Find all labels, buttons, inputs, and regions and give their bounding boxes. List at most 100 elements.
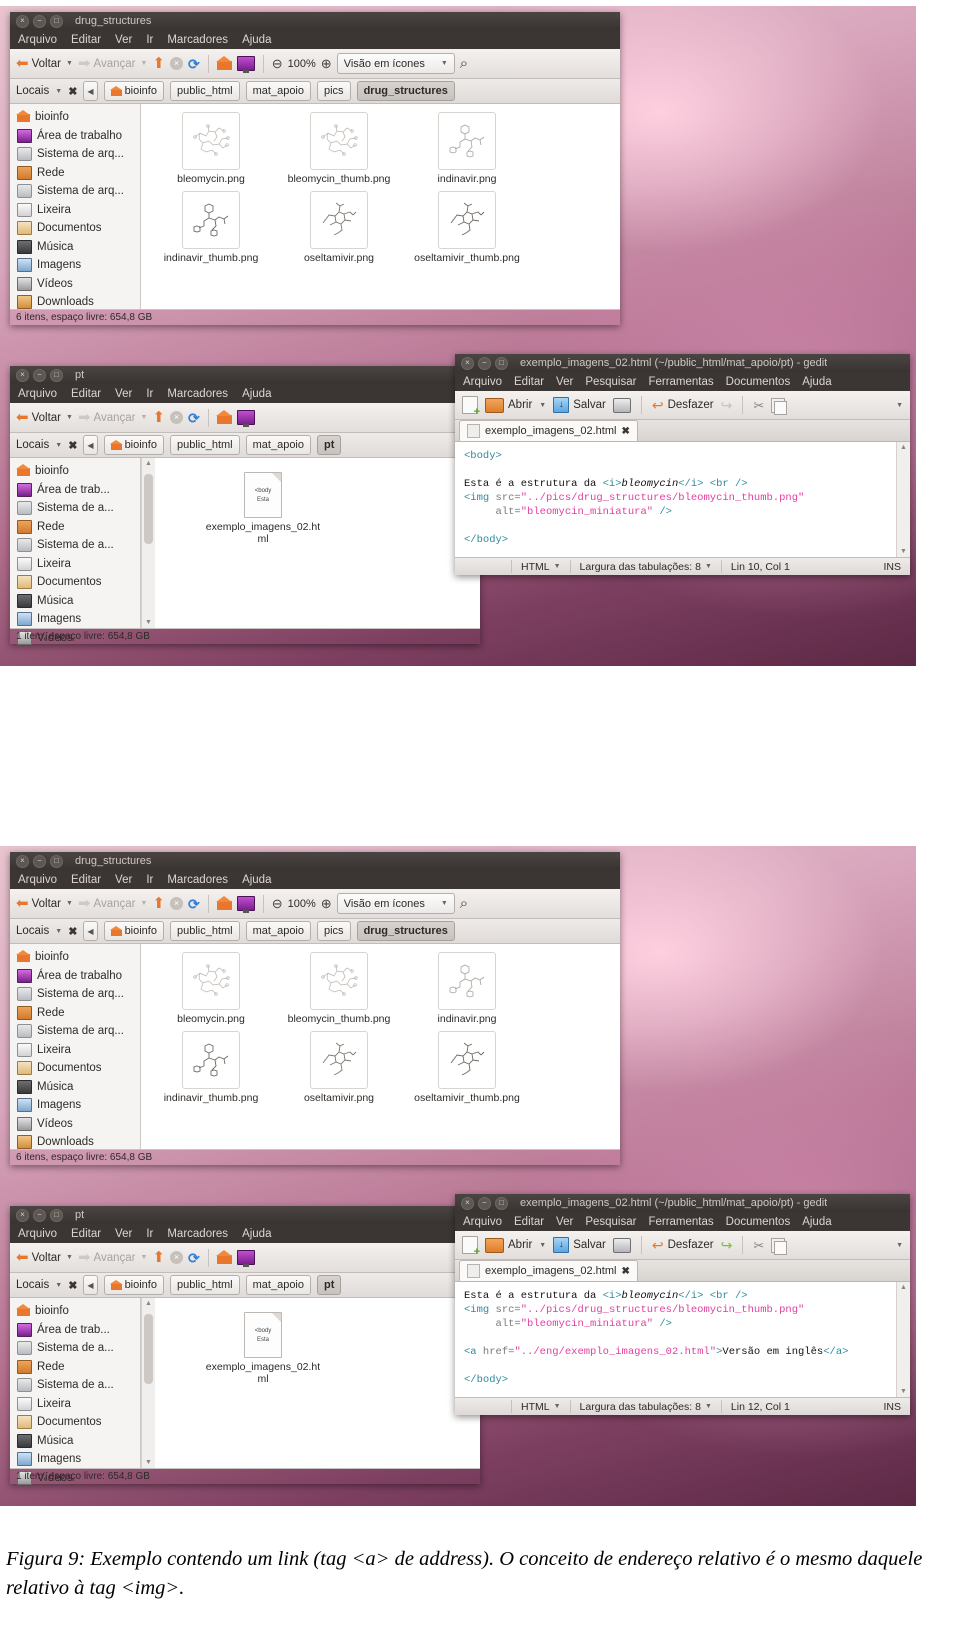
- menu-ver[interactable]: Ver: [115, 1228, 132, 1240]
- undo-button[interactable]: ↩ Desfazer: [652, 1238, 714, 1252]
- sidebar-item-videos[interactable]: Vídeos: [10, 1115, 140, 1134]
- zoom-in-icon[interactable]: ⊕: [321, 56, 332, 72]
- sidebar-item-music[interactable]: Música: [10, 1432, 140, 1451]
- menu-ver[interactable]: Ver: [115, 34, 132, 46]
- menu-marcadores[interactable]: Marcadores: [167, 388, 228, 400]
- file-item[interactable]: <body Esta exemplo_imagens_02.html: [199, 1312, 327, 1385]
- up-icon[interactable]: ⬆: [152, 896, 165, 911]
- maximize-icon[interactable]: □: [495, 356, 508, 370]
- redo-icon[interactable]: ↪: [721, 1238, 733, 1252]
- forward-button[interactable]: ➡ Avançar: [78, 1250, 136, 1265]
- stop-icon[interactable]: ×: [170, 411, 184, 424]
- sidebar-item-network[interactable]: Rede: [10, 1358, 140, 1377]
- file-manager-window-drug-structures[interactable]: × − □ drug_structures Arquivo Editar Ver…: [10, 12, 620, 325]
- menu-editar[interactable]: Editar: [71, 874, 101, 886]
- sidebar-item-bioinfo[interactable]: bioinfo: [10, 108, 140, 127]
- save-button[interactable]: Salvar: [553, 397, 606, 413]
- places-dropdown-icon[interactable]: ▼: [55, 88, 62, 95]
- breadcrumb-mat-apoio[interactable]: mat_apoio: [245, 1275, 311, 1295]
- breadcrumb-mat-apoio[interactable]: mat_apoio: [245, 435, 311, 455]
- menu-arquivo[interactable]: Arquivo: [463, 376, 502, 388]
- maximize-icon[interactable]: □: [50, 1208, 63, 1222]
- menu-ir[interactable]: Ir: [146, 388, 153, 400]
- menubar[interactable]: Arquivo Editar Ver Pesquisar Ferramentas…: [455, 1212, 910, 1231]
- up-icon[interactable]: ⬆: [152, 1250, 165, 1265]
- sidebar-item-trash[interactable]: Lixeira: [10, 201, 140, 220]
- sidebar-item-filesystem-2[interactable]: Sistema de a...: [10, 536, 140, 555]
- home-icon[interactable]: [215, 896, 232, 910]
- file-item[interactable]: oseltamivir.png: [275, 191, 403, 264]
- stop-icon[interactable]: ×: [170, 1251, 184, 1264]
- back-dropdown-icon[interactable]: ▼: [66, 60, 73, 67]
- menu-ferramentas[interactable]: Ferramentas: [648, 376, 713, 388]
- close-tab-icon[interactable]: ✖: [621, 426, 629, 437]
- location-bar[interactable]: Locais ▼ ✖ ◀ bioinfo public_html mat_apo…: [10, 1273, 480, 1298]
- menu-ir[interactable]: Ir: [146, 1228, 153, 1240]
- close-icon[interactable]: ×: [16, 14, 29, 28]
- forward-button[interactable]: ➡ Avançar: [78, 896, 136, 911]
- minimize-icon[interactable]: −: [33, 14, 46, 28]
- titlebar[interactable]: × − □ exemplo_imagens_02.html (~/public_…: [455, 354, 910, 372]
- menu-ver[interactable]: Ver: [115, 874, 132, 886]
- menu-ver[interactable]: Ver: [556, 1216, 573, 1228]
- sidebar-item-downloads[interactable]: Downloads: [10, 293, 140, 312]
- sidebar-item-bioinfo[interactable]: bioinfo: [10, 462, 140, 481]
- stop-icon[interactable]: ×: [170, 57, 184, 70]
- file-icon-view[interactable]: <body Esta exemplo_imagens_02.html: [155, 1298, 480, 1468]
- breadcrumb-bioinfo[interactable]: bioinfo: [103, 921, 164, 941]
- menu-ajuda[interactable]: Ajuda: [242, 874, 271, 886]
- toolbar[interactable]: Abrir ▼ Salvar ↩ Desfazer ↪ ✂ ▼: [455, 1231, 910, 1260]
- computer-icon[interactable]: [236, 896, 255, 913]
- sidebar-item-trash[interactable]: Lixeira: [10, 555, 140, 574]
- sidebar-item-music[interactable]: Música: [10, 1078, 140, 1097]
- menu-ir[interactable]: Ir: [146, 34, 153, 46]
- sidebar-item-music[interactable]: Música: [10, 592, 140, 611]
- language-select[interactable]: HTML ▼: [512, 1400, 571, 1413]
- file-manager-window-pt[interactable]: × − □ pt Arquivo Editar Ver Ir Marcadore…: [10, 366, 480, 645]
- location-bar[interactable]: Locais ▼ ✖ ◀ bioinfo public_html mat_apo…: [10, 79, 620, 104]
- places-dropdown-icon[interactable]: ▼: [55, 928, 62, 935]
- maximize-icon[interactable]: □: [50, 14, 63, 28]
- file-manager-window-drug-structures-2[interactable]: × − □ drug_structures Arquivo Editar Ver…: [10, 852, 620, 1165]
- copy-icon[interactable]: [771, 397, 788, 415]
- sidebar-item-downloads[interactable]: Downloads: [10, 1133, 140, 1152]
- location-bar[interactable]: Locais ▼ ✖ ◀ bioinfo public_html mat_apo…: [10, 433, 480, 458]
- print-icon[interactable]: [612, 397, 631, 413]
- sidebar-item-desktop[interactable]: Área de trab...: [10, 481, 140, 500]
- close-icon[interactable]: ×: [461, 356, 474, 370]
- back-dropdown-icon[interactable]: ▼: [66, 900, 73, 907]
- editor-scrollbar[interactable]: ▲ ▼: [896, 442, 910, 557]
- file-item[interactable]: oseltamivir_thumb.png: [403, 1031, 531, 1104]
- tab-exemplo-imagens-02[interactable]: exemplo_imagens_02.html ✖: [459, 420, 638, 441]
- file-manager-window-pt-2[interactable]: × − □ pt Arquivo Editar Ver Ir Marcadore…: [10, 1206, 480, 1485]
- zoom-out-icon[interactable]: ⊖: [272, 56, 283, 72]
- minimize-icon[interactable]: −: [33, 1208, 46, 1222]
- location-bar[interactable]: Locais ▼ ✖ ◀ bioinfo public_html mat_apo…: [10, 919, 620, 944]
- breadcrumb-pics[interactable]: pics: [317, 81, 351, 101]
- breadcrumb-pics[interactable]: pics: [317, 921, 351, 941]
- code-content[interactable]: <body> Esta é a estrutura da <i>bleomyci…: [455, 442, 896, 557]
- places-sidebar[interactable]: bioinfo Área de trabalho Sistema de arq.…: [10, 104, 141, 312]
- toolbar-overflow-icon[interactable]: ▼: [896, 1242, 903, 1249]
- menu-ajuda[interactable]: Ajuda: [242, 388, 271, 400]
- computer-icon[interactable]: [236, 1250, 255, 1267]
- sidebar-item-desktop[interactable]: Área de trabalho: [10, 967, 140, 986]
- breadcrumb-bioinfo[interactable]: bioinfo: [103, 435, 164, 455]
- file-item[interactable]: oseltamivir_thumb.png: [403, 191, 531, 264]
- titlebar[interactable]: × − □ exemplo_imagens_02.html (~/public_…: [455, 1194, 910, 1212]
- breadcrumb-bioinfo[interactable]: bioinfo: [103, 1275, 164, 1295]
- sidebar-item-pictures[interactable]: Imagens: [10, 1450, 140, 1469]
- maximize-icon[interactable]: □: [50, 368, 63, 382]
- tab-strip[interactable]: exemplo_imagens_02.html ✖: [455, 420, 910, 442]
- titlebar[interactable]: × − □ pt: [10, 366, 480, 384]
- gedit-window-bottom[interactable]: × − □ exemplo_imagens_02.html (~/public_…: [455, 1194, 910, 1415]
- places-dropdown-icon[interactable]: ▼: [55, 1282, 62, 1289]
- scroll-down-icon[interactable]: ▼: [897, 548, 910, 555]
- close-icon[interactable]: ×: [461, 1196, 474, 1210]
- sidebar-item-filesystem-2[interactable]: Sistema de a...: [10, 1376, 140, 1395]
- menu-arquivo[interactable]: Arquivo: [18, 1228, 57, 1240]
- minimize-icon[interactable]: −: [478, 1196, 491, 1210]
- scroll-up-icon[interactable]: ▲: [142, 1300, 155, 1307]
- toolbar[interactable]: ⬅ Voltar ▼ ➡ Avançar ▼ ⬆ × ⟳: [10, 1243, 480, 1273]
- menubar[interactable]: Arquivo Editar Ver Ir Marcadores Ajuda: [10, 384, 480, 403]
